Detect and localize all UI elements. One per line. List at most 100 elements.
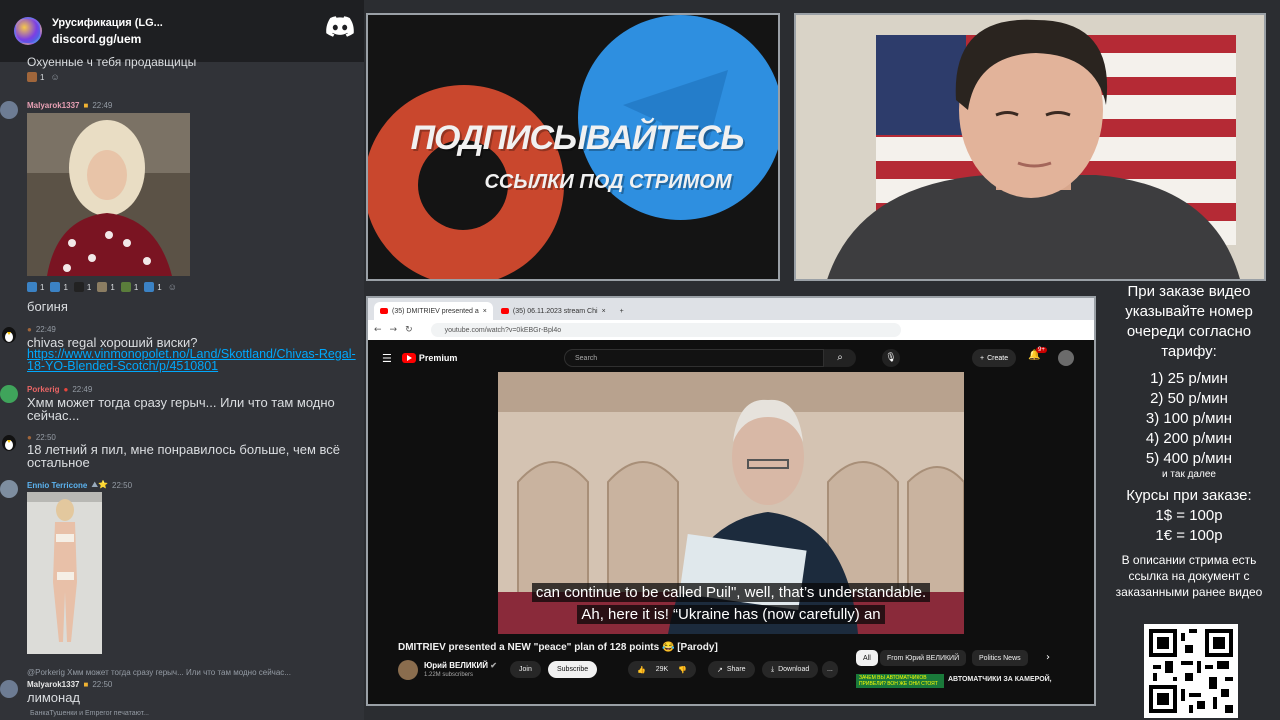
reaction[interactable]: 1 [50, 282, 68, 292]
youtube-favicon-icon [380, 308, 388, 314]
browser-tab[interactable]: (35) DMITRIEV presented a × [374, 302, 493, 320]
subscriber-count: 1.22M subscribers [424, 672, 474, 678]
author-name[interactable]: Malyarok1337 [27, 680, 79, 689]
subtitle-line: Ah, here it is! “Ukraine has (now carefu… [498, 605, 964, 624]
more-actions-button[interactable]: ... [822, 661, 838, 678]
filter-chip-politics[interactable]: Politics News [972, 650, 1028, 666]
subscribe-button[interactable]: Subscribe [548, 661, 598, 678]
discord-chat-panel: Урусификация (LG... discord.gg/uem Охуен… [0, 0, 364, 720]
reaction[interactable]: 1 [27, 72, 44, 82]
join-button[interactable]: Join [510, 661, 541, 678]
download-icon: ⤓ [771, 665, 775, 673]
message-header: ● 22:50 [27, 433, 56, 442]
role-icon: ● [27, 325, 32, 334]
penguin-avatar[interactable] [0, 433, 18, 451]
message-header: ● 22:49 [27, 325, 56, 334]
badge-icon: ● [63, 385, 69, 394]
url-field[interactable]: youtube.com/watch?v=0kEBGr-Bpl4o [430, 323, 901, 337]
message-time: 22:50 [112, 480, 133, 490]
channel-row: Юрий ВЕЛИКИЙ ✔ 1.22M subscribers Join Su… [398, 658, 838, 682]
forward-icon[interactable]: → [390, 325, 398, 335]
search-input[interactable]: Search [564, 349, 824, 367]
close-tab-icon[interactable]: × [483, 308, 487, 315]
tariff-line: 1) 25 р/мин [1150, 370, 1228, 387]
reply-preview[interactable]: @Porkerig Хмм может тогда сразу герыч...… [27, 668, 291, 677]
server-invite[interactable]: discord.gg/uem [52, 32, 163, 46]
reaction[interactable]: 1 [144, 282, 162, 292]
image-attachment[interactable] [27, 113, 190, 276]
discord-server-banner[interactable]: Урусификация (LG... discord.gg/uem [0, 0, 364, 62]
badge-icon: ⛰⭐ [91, 480, 108, 489]
browser-tab[interactable]: (35) 06.11.2023 stream Chi × [495, 302, 612, 320]
account-avatar[interactable] [1058, 350, 1074, 366]
youtube-logo[interactable]: Premium [401, 353, 457, 363]
avatar[interactable] [0, 480, 18, 498]
author-name[interactable]: Porkerig [27, 385, 59, 394]
add-reaction-icon[interactable]: ☺ [50, 72, 59, 82]
chevron-right-icon[interactable]: › [1046, 652, 1050, 663]
video-player[interactable]: can continue to be called Puil", well, t… [498, 372, 964, 634]
author-name[interactable]: Ennio Terricone [27, 481, 87, 490]
rate-line: 1$ = 100р [1155, 507, 1223, 524]
like-icon[interactable]: 👍 [637, 666, 646, 674]
plus-icon: + [980, 354, 985, 362]
avatar[interactable] [0, 385, 18, 403]
message-header: Malyarok1337 ■ 22:49 [27, 101, 112, 110]
download-button[interactable]: ⤓ Download [762, 661, 819, 678]
reaction[interactable]: 1 [97, 282, 115, 292]
message-time: 22:49 [92, 101, 113, 110]
message-text: лимонад [27, 690, 81, 705]
share-button[interactable]: ↗ Share [708, 661, 755, 678]
reload-icon[interactable]: ↻ [405, 325, 413, 335]
microphone-icon[interactable]: 🎙 [882, 349, 900, 367]
reaction[interactable]: 1 [27, 282, 44, 292]
recommended-video[interactable]: ЗАЧЕМ ВЫ АВТОМАТЧИКОВ ПРИВЕЛИ? ВОН ЖЕ ОН… [856, 674, 1061, 688]
avatar[interactable] [0, 101, 18, 119]
search-button[interactable]: ⌕ [824, 349, 856, 367]
filter-chip-all[interactable]: All [856, 650, 878, 666]
add-reaction-icon[interactable]: ☺ [168, 282, 177, 292]
back-icon[interactable]: ← [374, 325, 382, 335]
order-instructions: При заказе видео указывайте номер очеред… [1125, 283, 1253, 360]
new-tab-button[interactable]: + [614, 302, 630, 320]
promo-subtitle: ССЫЛКИ ПОД СТРИМОМ [484, 171, 732, 193]
message-time: 22:50 [92, 680, 113, 689]
role-icon: ● [27, 433, 32, 442]
reaction-row: 1 ☺ [27, 72, 60, 82]
typing-indicator: БанкаТушенки и Emperor печатают... [30, 710, 149, 717]
notification-count-badge: 9+ [1036, 347, 1047, 353]
order-info-panel: При заказе видео указывайте номер очеред… [1098, 282, 1280, 600]
tariff-etc: и так далее [1162, 469, 1216, 480]
image-attachment[interactable] [27, 492, 102, 654]
webcam-feed [794, 13, 1266, 281]
browser-capture: (35) DMITRIEV presented a × (35) 06.11.2… [366, 296, 1096, 706]
qr-code-graphic [1149, 629, 1233, 713]
channel-avatar[interactable] [398, 660, 418, 680]
close-tab-icon[interactable]: × [602, 308, 606, 315]
create-button[interactable]: + Create [972, 349, 1017, 367]
filter-chip-from-channel[interactable]: From Юрий ВЕЛИКИЙ [880, 650, 967, 666]
rec-title: АВТОМАТЧИКИ ЗА КАМЕРОЙ, [948, 676, 1052, 683]
youtube-play-icon [401, 353, 416, 363]
message-link[interactable]: https://www.vinmonopolet.no/Land/Skottla… [27, 348, 362, 373]
tariff-line: 4) 200 р/мин [1145, 430, 1233, 447]
youtube-header: ☰ Premium Search ⌕ 🎙 + Create 🔔 9+ [368, 346, 1094, 370]
tariff-line: 3) 100 р/мин [1145, 410, 1233, 427]
menu-icon[interactable]: ☰ [382, 352, 392, 365]
avatar[interactable] [0, 680, 18, 698]
author-name[interactable]: Malyarok1337 [27, 101, 79, 110]
server-icon [14, 17, 42, 45]
message-text: богиня [27, 299, 68, 314]
message-text: 18 летний я пил, мне понравилось больше,… [27, 442, 341, 470]
like-dislike-group[interactable]: 👍 29K 👎 [628, 661, 696, 678]
penguin-avatar[interactable] [0, 325, 18, 343]
message-text: Хмм может тогда сразу герыч... Или что т… [27, 395, 335, 423]
partial-message-text: Охуенные ч тебя продавщицы [27, 55, 197, 69]
qr-code[interactable] [1144, 624, 1238, 718]
message-header: Malyarok1337 ■ 22:50 [27, 680, 112, 689]
reaction[interactable]: 1 [120, 282, 138, 292]
video-title: DMITRIEV presented a NEW "peace" plan of… [398, 642, 718, 653]
reaction[interactable]: 1 [73, 282, 91, 292]
dislike-icon[interactable]: 👎 [678, 666, 687, 674]
channel-name[interactable]: Юрий ВЕЛИКИЙ ✔ [424, 661, 497, 670]
